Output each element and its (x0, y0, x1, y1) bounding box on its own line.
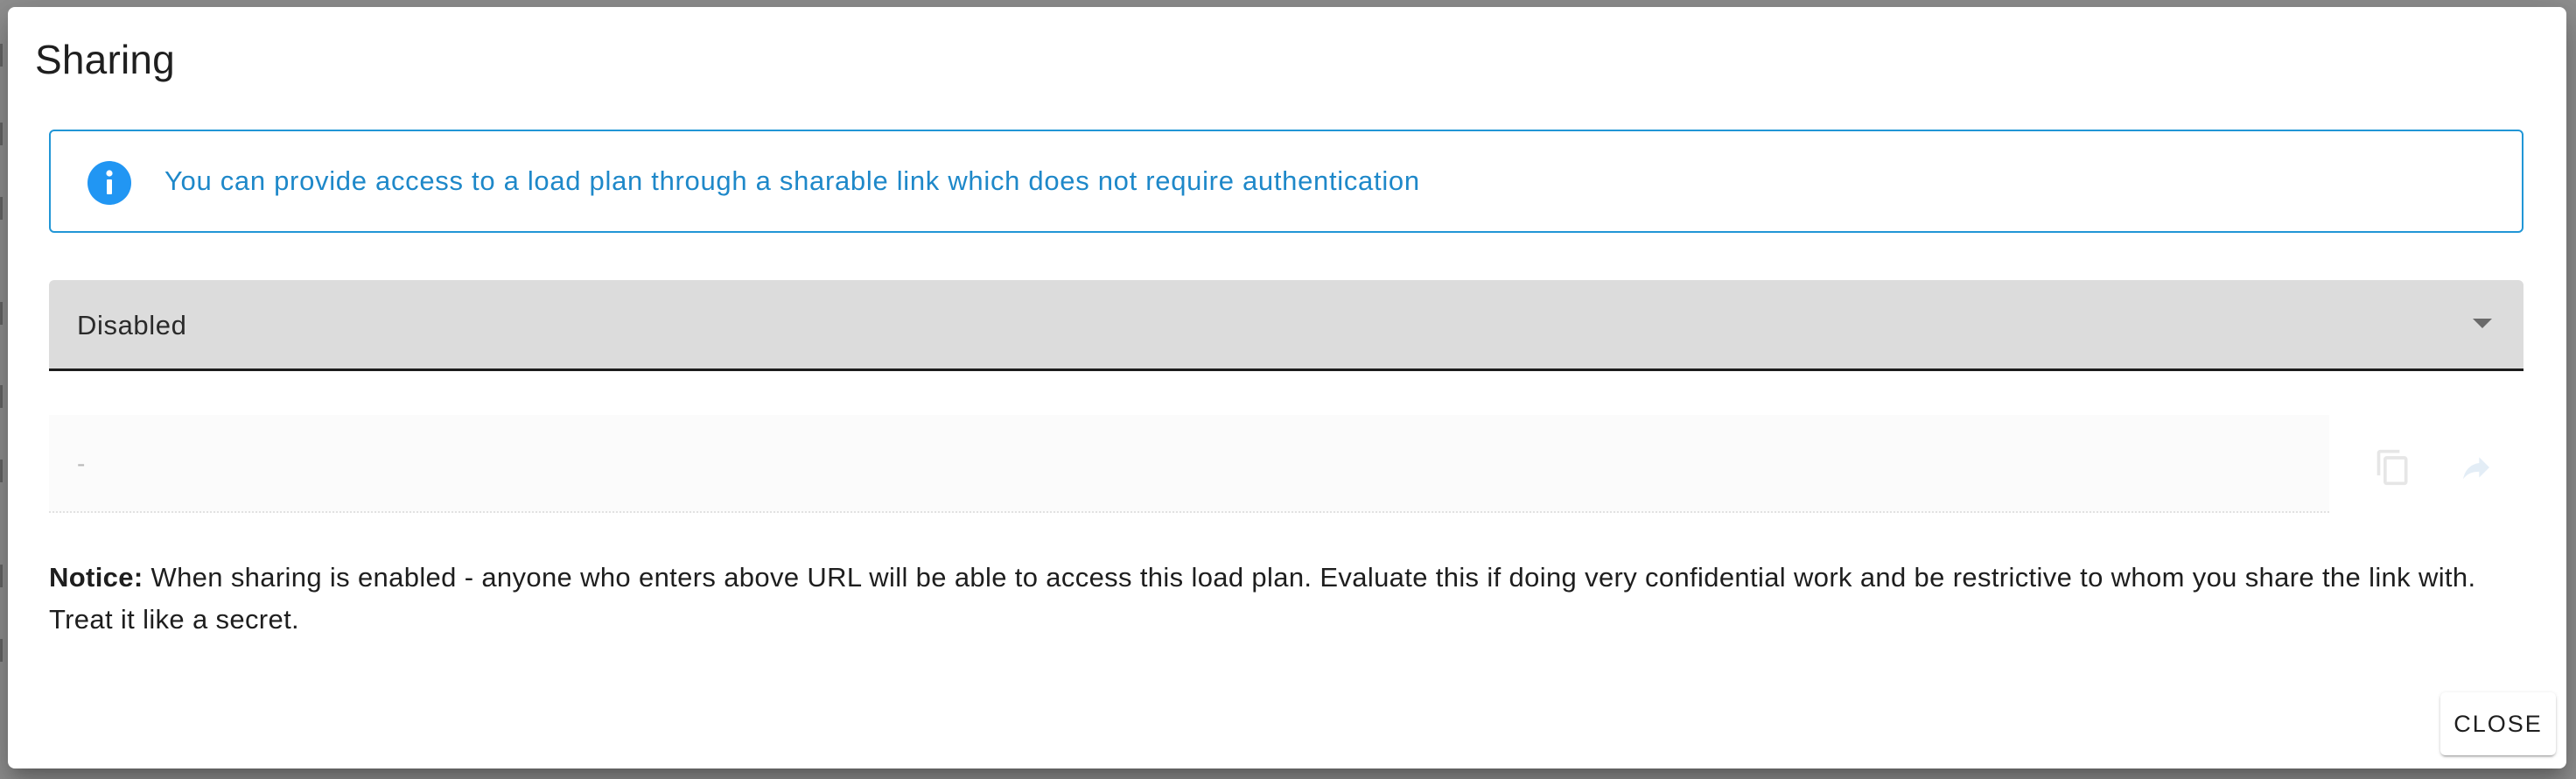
sharing-dialog: Sharing You can provide access to a load… (8, 7, 2566, 768)
sharing-notice: Notice: When sharing is enabled - anyone… (49, 557, 2534, 641)
info-alert: You can provide access to a load plan th… (49, 130, 2524, 233)
close-button[interactable]: CLOSE (2440, 692, 2556, 755)
chevron-down-icon (2473, 319, 2492, 328)
share-url-field: - (49, 415, 2329, 513)
copy-icon (2376, 449, 2408, 486)
sharing-status-value: Disabled (77, 310, 187, 340)
info-alert-text: You can provide access to a load plan th… (164, 165, 1420, 196)
notice-text: When sharing is enabled - anyone who ent… (49, 562, 2476, 635)
sharing-status-select[interactable]: Disabled (49, 280, 2524, 371)
copy-url-button[interactable] (2369, 443, 2418, 492)
share-url-value: - (77, 450, 86, 477)
info-icon (88, 161, 131, 205)
share-icon (2463, 457, 2489, 480)
share-url-button[interactable] (2452, 443, 2501, 492)
dialog-title: Sharing (35, 37, 175, 82)
notice-label: Notice: (49, 562, 144, 593)
